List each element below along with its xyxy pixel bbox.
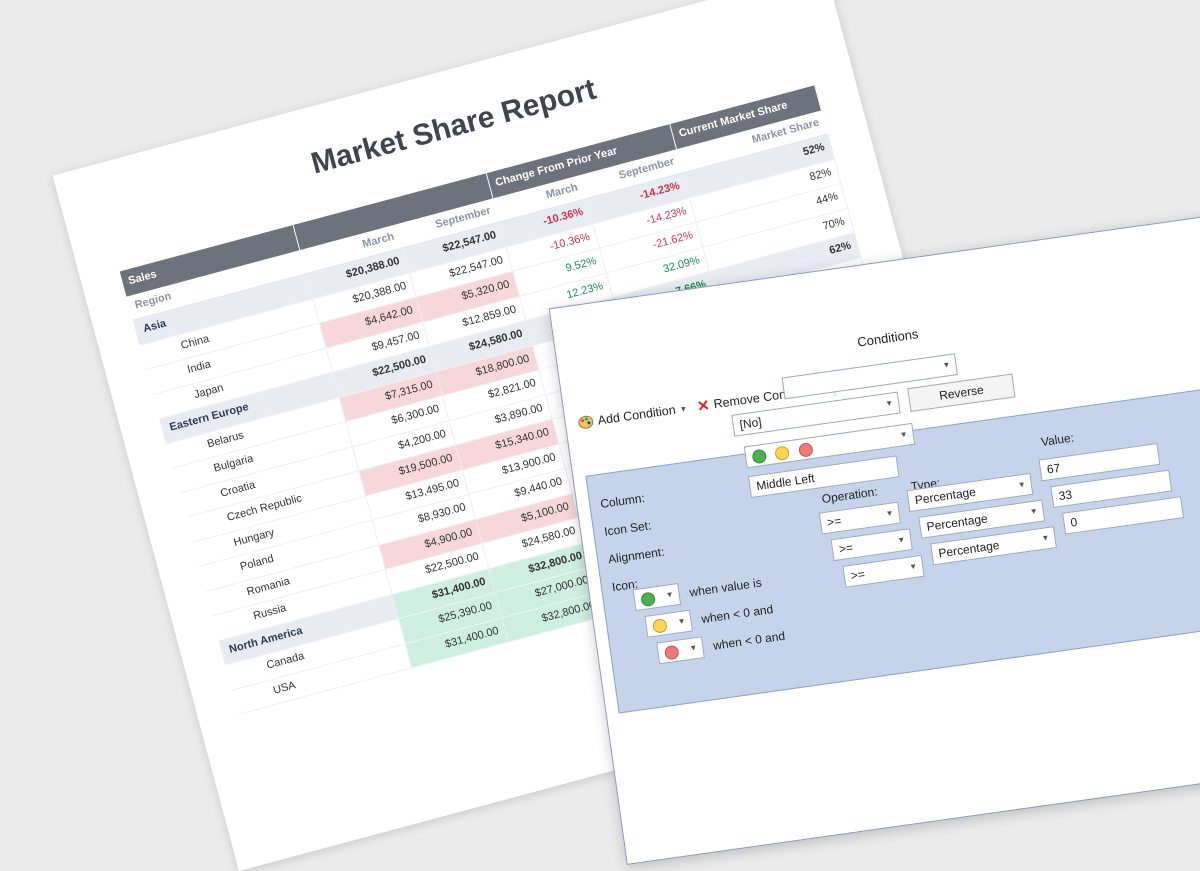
condition-icon-select[interactable]: ▼ xyxy=(632,582,682,612)
chevron-down-icon: ▼ xyxy=(1029,506,1039,517)
type-select-value: Percentage xyxy=(925,511,989,534)
red-x-icon: ✕ xyxy=(696,396,711,416)
chevron-down-icon: ▼ xyxy=(1040,532,1051,543)
icon-set-label: Icon Set: xyxy=(603,518,653,539)
circle-icon xyxy=(663,644,680,661)
chevron-down-icon: ▼ xyxy=(677,616,687,627)
condition-editor-panel: Column: Icon Set: Alignment: Icon: Opera… xyxy=(585,382,1200,714)
circle-icon xyxy=(640,591,657,608)
dialog-title: Conditions xyxy=(856,326,920,350)
operation-label: Operation: xyxy=(820,484,879,507)
chevron-down-icon: ▼ xyxy=(908,561,918,572)
chevron-down-icon: ▼ xyxy=(688,643,698,654)
circle-icon xyxy=(652,617,668,634)
chevron-down-icon: ▼ xyxy=(678,403,688,414)
condition-icon-select[interactable]: ▼ xyxy=(656,636,705,665)
condition-text: when < 0 and xyxy=(712,628,786,653)
chevron-down-icon: ▼ xyxy=(1017,479,1027,490)
type-select-value: Percentage xyxy=(913,484,977,508)
operation-select[interactable]: >= ▼ xyxy=(818,501,902,535)
chevron-down-icon: ▼ xyxy=(885,508,895,519)
chevron-down-icon: ▼ xyxy=(896,535,906,546)
palette-icon xyxy=(577,414,595,430)
green-circle-icon xyxy=(751,448,768,465)
alignment-label: Alignment: xyxy=(607,544,666,567)
chevron-down-icon: ▼ xyxy=(899,429,909,440)
operation-select-value: >= xyxy=(826,513,843,530)
yellow-circle-icon xyxy=(774,445,791,461)
operation-select-value: >= xyxy=(849,567,866,583)
value-label: Value: xyxy=(1040,430,1075,450)
column-select-value: [No] xyxy=(738,414,763,432)
chevron-down-icon: ▼ xyxy=(665,589,675,600)
add-condition-label: Add Condition xyxy=(596,402,677,428)
condition-icon-select[interactable]: ▼ xyxy=(644,609,694,638)
condition-text: when < 0 and xyxy=(700,602,775,627)
chevron-down-icon: ▼ xyxy=(884,398,894,409)
type-select-value: Percentage xyxy=(937,537,1001,561)
red-circle-icon xyxy=(797,441,814,458)
operation-select-value: >= xyxy=(838,540,854,557)
operation-select[interactable]: >= ▼ xyxy=(830,528,913,562)
operation-select[interactable]: >= ▼ xyxy=(842,554,925,588)
conditions-dialog: × Conditions Add Condition ▼ ✕ Remove Co… xyxy=(548,207,1200,865)
column-label: Column: xyxy=(599,490,646,511)
chevron-down-icon: ▼ xyxy=(941,360,952,371)
condition-text: when value is xyxy=(688,575,763,600)
add-condition-button[interactable]: Add Condition ▼ xyxy=(577,401,688,430)
